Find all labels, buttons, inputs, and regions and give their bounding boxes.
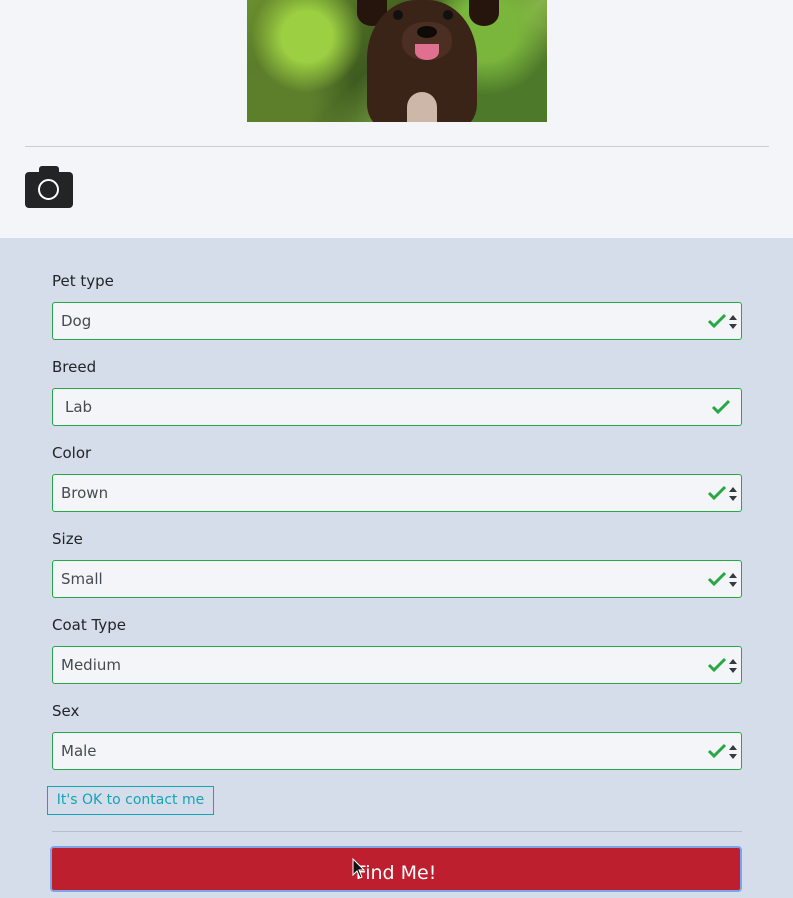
- dog-tongue: [415, 44, 439, 60]
- coat-type-label: Coat Type: [52, 616, 126, 634]
- size-label: Size: [52, 530, 83, 548]
- color-select[interactable]: Brown: [52, 474, 742, 512]
- camera-button[interactable]: [25, 166, 73, 208]
- select-arrows-icon: [729, 745, 737, 759]
- pet-type-label: Pet type: [52, 272, 114, 290]
- select-arrows-icon: [729, 487, 737, 501]
- pet-type-select[interactable]: Dog: [52, 302, 742, 340]
- valid-check-icon: [707, 743, 727, 759]
- valid-check-icon: [707, 313, 727, 329]
- header-section: [0, 0, 793, 238]
- size-select[interactable]: Small: [52, 560, 742, 598]
- select-arrows-icon: [729, 659, 737, 673]
- valid-check-icon: [707, 485, 727, 501]
- select-arrows-icon: [729, 315, 737, 329]
- color-label: Color: [52, 444, 92, 462]
- select-arrows-icon: [729, 573, 737, 587]
- dog-ear-right: [469, 0, 499, 26]
- valid-check-icon: [707, 571, 727, 587]
- pet-photo: [247, 0, 547, 122]
- contact-ok-button[interactable]: It's OK to contact me: [47, 786, 214, 815]
- dog-chest: [407, 92, 437, 122]
- dog-eye-left: [393, 10, 403, 20]
- find-me-button[interactable]: Find Me!: [50, 846, 742, 892]
- divider: [25, 146, 769, 147]
- dog-eye-right: [443, 10, 453, 20]
- divider: [52, 831, 742, 832]
- valid-check-icon: [711, 399, 731, 415]
- coat-type-select[interactable]: Medium: [52, 646, 742, 684]
- breed-value: Lab: [65, 398, 93, 416]
- dog-nose: [417, 26, 437, 38]
- camera-lens-icon: [38, 179, 59, 200]
- color-value: Brown: [61, 484, 109, 502]
- sex-select[interactable]: Male: [52, 732, 742, 770]
- size-value: Small: [61, 570, 103, 588]
- breed-label: Breed: [52, 358, 97, 376]
- mouse-cursor-icon: [352, 858, 366, 879]
- sex-label: Sex: [52, 702, 80, 720]
- valid-check-icon: [707, 657, 727, 673]
- breed-input[interactable]: Lab: [52, 388, 742, 426]
- sex-value: Male: [61, 742, 97, 760]
- coat-type-value: Medium: [61, 656, 121, 674]
- pet-type-value: Dog: [61, 312, 92, 330]
